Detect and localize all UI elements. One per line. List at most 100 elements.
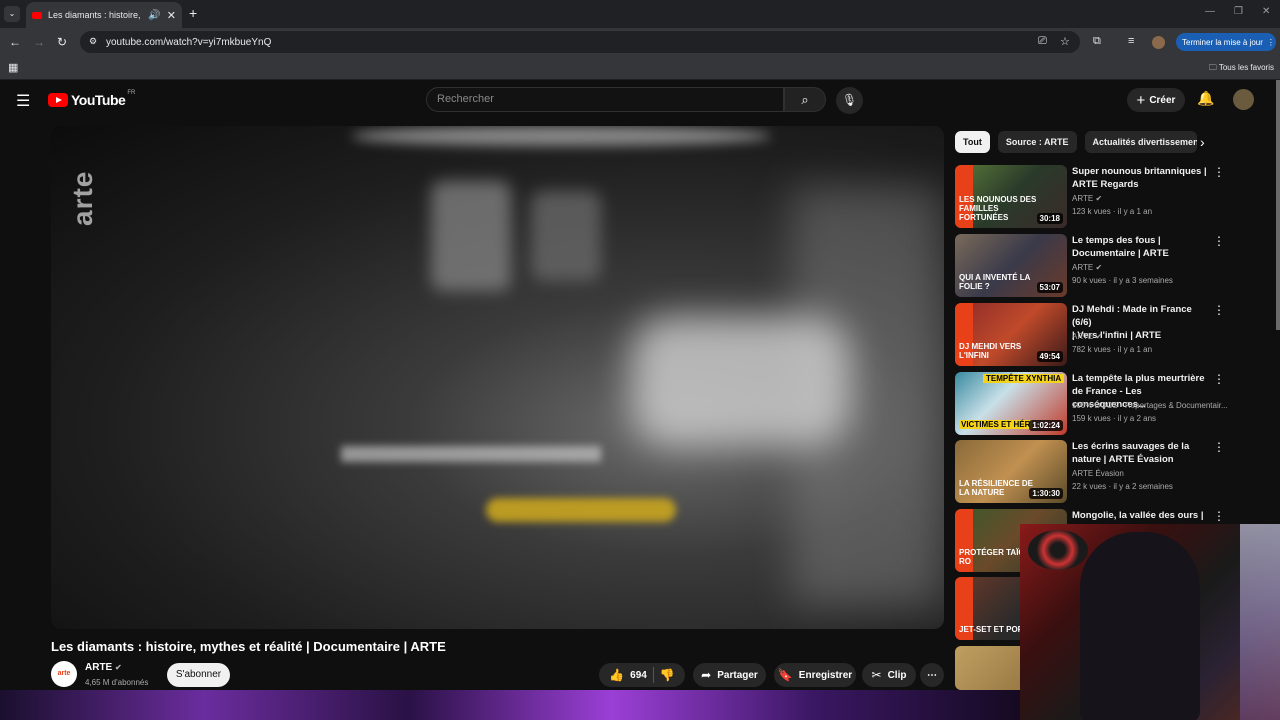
reload-icon[interactable]: ↻: [57, 35, 67, 49]
video-thumbnail[interactable]: LA RÉSILIENCE DE LA NATURE 1:30:30: [955, 440, 1067, 503]
webcam-background-detail: [1240, 524, 1280, 720]
save-button[interactable]: 🔖 Enregistrer: [774, 663, 856, 687]
recommendation-meta: 782 k vues · il y a 1 an: [1072, 345, 1153, 354]
close-tab-icon[interactable]: ✕: [167, 9, 176, 22]
recommendation-item[interactable]: LA RÉSILIENCE DE LA NATURE 1:30:30 Les é…: [955, 440, 1225, 505]
recommendation-title[interactable]: Super nounous britanniques | ARTE Regards: [1072, 165, 1212, 191]
more-vertical-icon[interactable]: ⋮: [1213, 372, 1225, 386]
more-vertical-icon[interactable]: ⋮: [1213, 303, 1225, 317]
search-button[interactable]: ⌕: [784, 87, 826, 112]
like-count[interactable]: 694: [630, 670, 647, 681]
more-horizontal-icon: ⋯: [927, 669, 937, 681]
all-bookmarks-button[interactable]: 🗀 Tous les favoris: [1209, 62, 1274, 76]
page-scrollbar[interactable]: [1276, 80, 1280, 330]
channel-avatar[interactable]: arte: [51, 661, 77, 687]
more-vertical-icon[interactable]: ⋮: [1213, 234, 1225, 248]
minimize-icon[interactable]: —: [1205, 6, 1215, 17]
verified-icon: ✔: [115, 663, 122, 672]
forward-icon[interactable]: →: [33, 35, 45, 49]
thumbs-up-icon[interactable]: 👍: [609, 668, 624, 682]
recommendation-meta: 159 k vues · il y a 2 ans: [1072, 414, 1157, 423]
share-button[interactable]: ➦ Partager: [693, 663, 766, 687]
recommendation-item[interactable]: TEMPÊTE XYNTHIA VICTIMES ET HÉR 1:02:24 …: [955, 372, 1228, 437]
clip-button[interactable]: ✂ Clip: [862, 663, 916, 687]
recommendation-item[interactable]: DJ MEHDI VERS L'INFINI 49:54 DJ Mehdi : …: [955, 303, 1225, 368]
close-window-icon[interactable]: ✕: [1262, 6, 1270, 17]
profile-avatar-icon[interactable]: [1152, 36, 1165, 49]
chip-all[interactable]: Tout: [955, 131, 990, 153]
recommendation-meta: 123 k vues · il y a 1 an: [1072, 207, 1153, 216]
recommendation-item[interactable]: LES NOUNOUS DES FAMILLES FORTUNÉES 30:18…: [955, 165, 1225, 230]
more-menu-icon[interactable]: ⋮: [1267, 38, 1275, 47]
new-tab-button[interactable]: +: [189, 5, 197, 21]
speaker-icon[interactable]: 🔊: [148, 10, 160, 21]
update-label: Terminer la mise à jour: [1182, 37, 1263, 47]
video-thumbnail[interactable]: DJ MEHDI VERS L'INFINI 49:54: [955, 303, 1067, 366]
chevron-right-icon[interactable]: ›: [1200, 134, 1205, 150]
address-bar[interactable]: ⚙ youtube.com/watch?v=yi7mkbueYnQ: [80, 31, 1080, 53]
title-line: nature | ARTE Évasion: [1072, 454, 1174, 465]
notifications-bell-icon[interactable]: 🔔: [1197, 90, 1214, 107]
search-input[interactable]: Rechercher: [426, 87, 784, 112]
arte-watermark: arte: [67, 170, 98, 226]
extensions-icon[interactable]: ⧉: [1093, 35, 1101, 48]
duration-badge: 1:30:30: [1029, 488, 1063, 499]
webcam-overlay: [1020, 524, 1280, 720]
channel-name[interactable]: ARTE ✔: [85, 662, 122, 673]
like-dislike-group: 👍 694 👎: [599, 663, 685, 687]
divider: [652, 667, 654, 683]
apps-grid-icon[interactable]: ▦: [8, 61, 18, 74]
tab-search-button[interactable]: ⌄: [4, 6, 20, 22]
duration-badge: 49:54: [1036, 351, 1063, 362]
media-controls-icon[interactable]: ≡: [1128, 35, 1134, 47]
more-vertical-icon[interactable]: ⋮: [1213, 165, 1225, 179]
recommendation-channel[interactable]: ARTE Évasion: [1072, 469, 1124, 478]
video-thumbnail[interactable]: TEMPÊTE XYNTHIA VICTIMES ET HÉR 1:02:24: [955, 372, 1067, 435]
video-thumbnail[interactable]: QUI A INVENTÉ LA FOLIE ? 53:07: [955, 234, 1067, 297]
channel-name-text: ARTE: [85, 662, 113, 673]
recommendation-channel[interactable]: ARTE ✔: [1072, 263, 1102, 272]
subscribe-button[interactable]: S'abonner: [167, 663, 230, 687]
video-player[interactable]: arte: [51, 126, 944, 629]
recommendation-title[interactable]: Le temps des fous | Documentaire | ARTE: [1072, 234, 1212, 260]
recommendation-channel[interactable]: ARTE ✔: [1072, 332, 1102, 341]
more-vertical-icon[interactable]: ⋮: [1213, 440, 1225, 454]
video-frame-detail: [531, 191, 601, 281]
youtube-logo[interactable]: YouTube FR: [48, 90, 136, 108]
create-button[interactable]: + Créer: [1127, 88, 1185, 112]
video-frame-detail: [486, 498, 676, 522]
all-bookmarks-label: Tous les favoris: [1218, 63, 1274, 72]
recommendation-channel[interactable]: ARTE ✔: [1072, 194, 1102, 203]
recommendation-title[interactable]: Les écrins sauvages de la nature | ARTE É…: [1072, 440, 1212, 466]
share-label: Partager: [717, 669, 758, 681]
country-code: FR: [127, 90, 136, 96]
recommendation-channel[interactable]: 100% DOCS - Reportages & Documentair...: [1072, 401, 1228, 410]
chip-entertainment[interactable]: Actualités divertissemen: [1084, 131, 1197, 153]
back-icon[interactable]: ←: [9, 35, 21, 49]
chip-source-arte[interactable]: Source : ARTE: [997, 131, 1077, 153]
thumbnail-text: LES NOUNOUS DES FAMILLES FORTUNÉES: [959, 195, 1037, 222]
microphone-icon: 🎙: [841, 93, 858, 107]
recommendation-item[interactable]: QUI A INVENTÉ LA FOLIE ? 53:07 Le temps …: [955, 234, 1225, 299]
menu-icon[interactable]: ☰: [16, 91, 30, 111]
more-vertical-icon[interactable]: ⋮: [1213, 509, 1225, 523]
video-thumbnail[interactable]: LES NOUNOUS DES FAMILLES FORTUNÉES 30:18: [955, 165, 1067, 228]
title-line: Super nounous britanniques |: [1072, 166, 1207, 177]
thumbs-down-icon[interactable]: 👎: [660, 668, 675, 682]
install-app-icon[interactable]: ⎚: [1038, 35, 1047, 48]
bookmark-star-icon[interactable]: ☆: [1060, 35, 1070, 48]
search-icon: ⌕: [801, 92, 809, 107]
update-button[interactable]: Terminer la mise à jour ⋮: [1176, 33, 1276, 51]
account-avatar[interactable]: [1233, 89, 1254, 110]
more-actions-button[interactable]: ⋯: [920, 663, 944, 687]
voice-search-button[interactable]: 🎙: [836, 87, 863, 114]
site-info-icon[interactable]: ⚙: [89, 36, 97, 47]
thumbnail-banner: TEMPÊTE XYNTHIA: [983, 374, 1065, 383]
bookmarks-bar: ▦ 🗀 Tous les favoris: [0, 56, 1280, 80]
channel-text: ARTE: [1072, 332, 1094, 341]
tab-title: Les diamants : histoire, myth: [48, 10, 142, 20]
browser-tab[interactable]: Les diamants : histoire, myth 🔊 ✕: [26, 2, 182, 28]
restore-icon[interactable]: ❐: [1234, 6, 1243, 17]
scissors-icon: ✂: [871, 668, 882, 682]
recommendation-title[interactable]: Mongolie, la vallée des ours |: [1072, 509, 1212, 522]
